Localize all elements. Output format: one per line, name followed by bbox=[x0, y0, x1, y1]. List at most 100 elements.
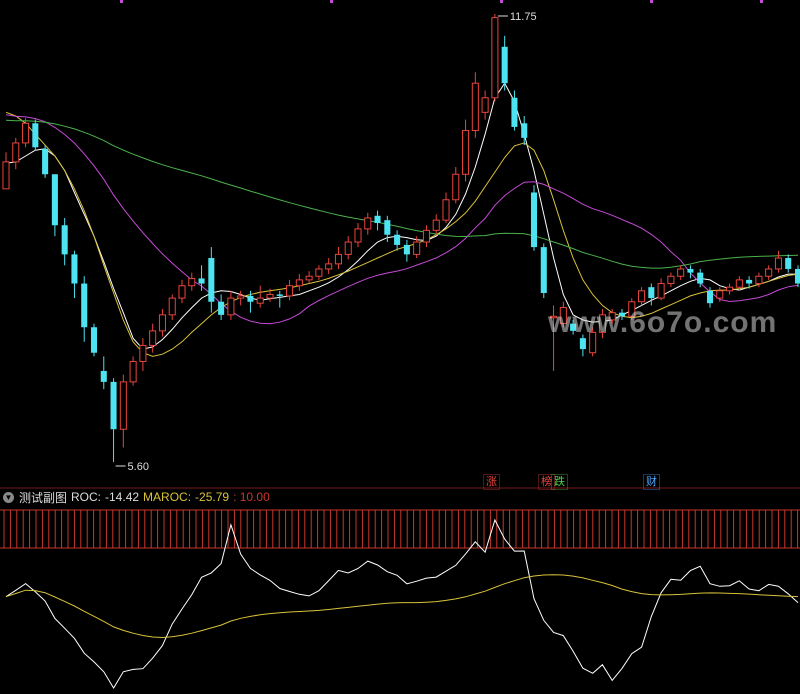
event-tag-cai[interactable]: 财 bbox=[643, 474, 660, 490]
min-price-label: 5.60 bbox=[128, 461, 149, 473]
event-tag-zhang[interactable]: 涨 bbox=[483, 474, 500, 490]
candle[interactable] bbox=[32, 119, 39, 151]
candle-body bbox=[442, 199, 450, 221]
candle[interactable] bbox=[726, 283, 734, 295]
candle[interactable] bbox=[51, 174, 58, 237]
max-price-label: 11.75 bbox=[510, 11, 537, 23]
top-marker bbox=[760, 0, 763, 3]
candle[interactable] bbox=[227, 290, 235, 320]
candle[interactable] bbox=[178, 279, 186, 304]
candle-body bbox=[12, 142, 20, 163]
candle[interactable] bbox=[452, 166, 460, 204]
sub-indicator-panel[interactable] bbox=[0, 509, 800, 689]
candle[interactable] bbox=[315, 265, 323, 280]
maroc-line bbox=[5, 574, 799, 639]
candle[interactable] bbox=[638, 287, 646, 306]
maroc-label: MAROC: bbox=[143, 490, 192, 504]
candle[interactable] bbox=[364, 212, 372, 235]
extra-value: : 10.00 bbox=[233, 490, 270, 504]
candle[interactable] bbox=[139, 338, 147, 371]
candle-body bbox=[521, 123, 528, 138]
candle[interactable] bbox=[794, 265, 800, 288]
candle[interactable] bbox=[403, 239, 410, 262]
candle[interactable] bbox=[765, 265, 773, 280]
candle-body bbox=[218, 301, 225, 315]
roc-label: ROC: bbox=[71, 490, 102, 504]
candle[interactable] bbox=[491, 14, 499, 102]
candle[interactable] bbox=[61, 217, 68, 266]
candle-body bbox=[276, 294, 283, 296]
ma-magenta-line bbox=[5, 114, 799, 325]
candle-body bbox=[481, 97, 489, 113]
candle-body bbox=[266, 293, 274, 299]
candle[interactable] bbox=[71, 250, 78, 299]
indicator-name[interactable]: 测试副图 bbox=[19, 489, 67, 506]
candle[interactable] bbox=[276, 290, 283, 308]
candle-body bbox=[471, 82, 479, 132]
candle-body bbox=[334, 253, 342, 265]
candle[interactable] bbox=[12, 137, 20, 170]
candle[interactable] bbox=[208, 247, 215, 313]
candle-body bbox=[188, 277, 196, 287]
candle[interactable] bbox=[481, 90, 489, 120]
candle[interactable] bbox=[22, 118, 30, 148]
candle-body bbox=[81, 283, 88, 328]
candle-body bbox=[716, 290, 724, 299]
candle[interactable] bbox=[667, 272, 675, 288]
candlestick-series[interactable] bbox=[2, 14, 800, 462]
candle[interactable] bbox=[286, 279, 294, 301]
candle[interactable] bbox=[129, 356, 137, 386]
candle[interactable] bbox=[501, 35, 508, 91]
candle-body bbox=[422, 229, 430, 243]
candle[interactable] bbox=[657, 278, 665, 301]
candle[interactable] bbox=[334, 247, 342, 269]
candle[interactable] bbox=[256, 285, 264, 308]
candle[interactable] bbox=[462, 119, 470, 182]
candle[interactable] bbox=[2, 152, 10, 190]
candle[interactable] bbox=[648, 283, 655, 306]
candle[interactable] bbox=[81, 276, 88, 342]
candle[interactable] bbox=[198, 265, 205, 291]
candle[interactable] bbox=[374, 210, 381, 231]
candle[interactable] bbox=[149, 323, 157, 353]
candle[interactable] bbox=[442, 192, 450, 224]
candle[interactable] bbox=[325, 258, 333, 275]
candle[interactable] bbox=[168, 294, 176, 320]
candle[interactable] bbox=[687, 265, 694, 279]
candle[interactable] bbox=[422, 225, 430, 248]
candle[interactable] bbox=[100, 356, 107, 390]
event-tag-die[interactable]: 跌 bbox=[551, 474, 568, 490]
candle[interactable] bbox=[188, 272, 196, 291]
candle[interactable] bbox=[394, 230, 401, 251]
candle-body bbox=[735, 279, 743, 288]
candle[interactable] bbox=[677, 265, 685, 280]
candle[interactable] bbox=[218, 294, 225, 320]
candle[interactable] bbox=[471, 72, 479, 138]
candle[interactable] bbox=[540, 243, 547, 299]
candle[interactable] bbox=[119, 374, 127, 448]
candle-body bbox=[139, 344, 147, 362]
candle[interactable] bbox=[42, 145, 49, 178]
candle[interactable] bbox=[344, 236, 352, 260]
candle[interactable] bbox=[158, 309, 166, 337]
candle-body bbox=[227, 297, 235, 316]
candle-body bbox=[706, 290, 714, 304]
chevron-down-icon[interactable]: ▼ bbox=[3, 491, 14, 503]
candle[interactable] bbox=[295, 274, 303, 291]
candle[interactable] bbox=[110, 378, 117, 462]
stock-chart[interactable]: 11.75 5.60 bbox=[0, 0, 800, 694]
candle-body bbox=[247, 295, 254, 302]
candle[interactable] bbox=[785, 254, 792, 273]
candle[interactable] bbox=[90, 323, 98, 357]
candle[interactable] bbox=[530, 185, 538, 251]
candle-body bbox=[158, 314, 166, 332]
candle[interactable] bbox=[354, 223, 362, 248]
candle[interactable] bbox=[432, 214, 440, 235]
top-marker bbox=[120, 0, 123, 3]
candle-body bbox=[491, 17, 499, 99]
candle[interactable] bbox=[305, 271, 313, 284]
candle-body bbox=[198, 278, 205, 284]
candle[interactable] bbox=[237, 290, 245, 306]
candle-body bbox=[256, 297, 264, 304]
candle[interactable] bbox=[774, 250, 782, 273]
